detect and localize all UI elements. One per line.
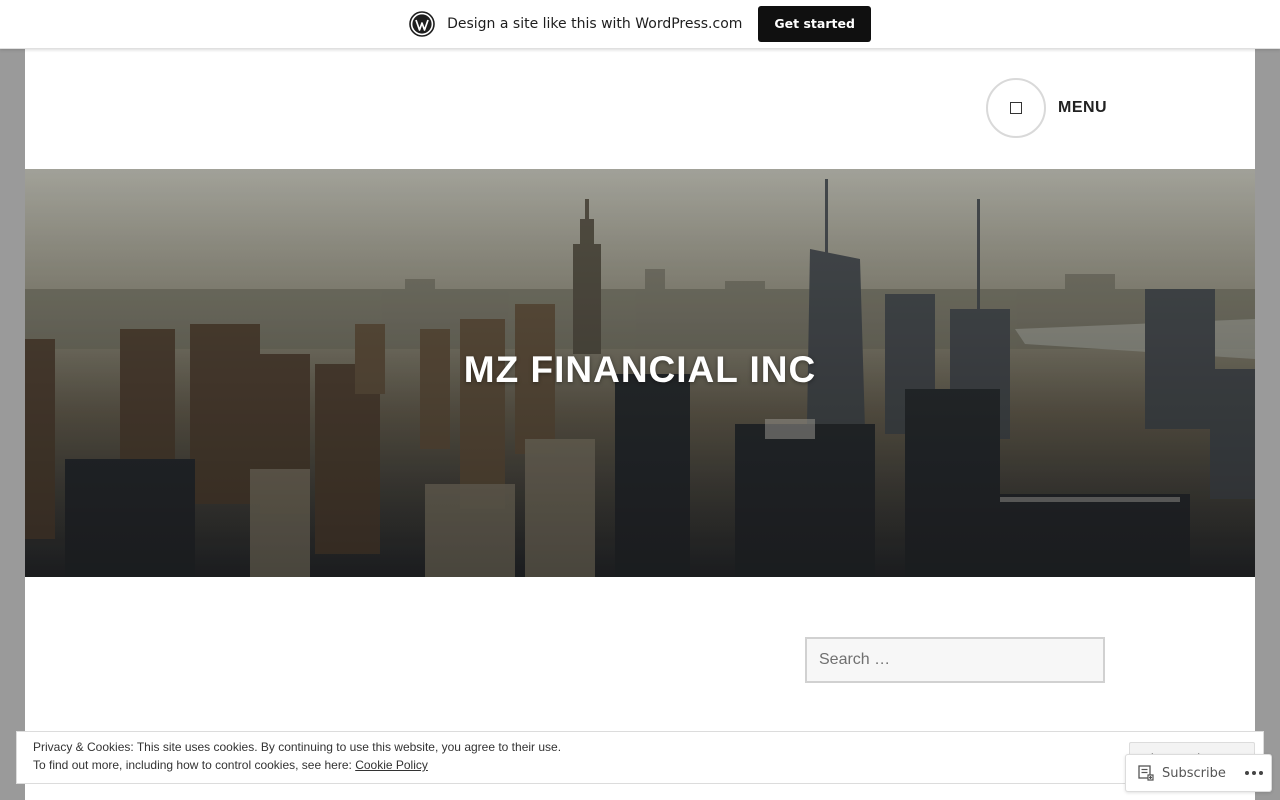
menu-label[interactable]: MENU (1058, 99, 1107, 117)
site-header: MENU (25, 49, 1255, 169)
cookie-info-text: To find out more, including how to contr… (33, 758, 356, 772)
grid-icon (1010, 102, 1022, 114)
promo-text: Design a site like this with WordPress.c… (447, 16, 743, 32)
subscribe-bar: Subscribe (1125, 754, 1272, 792)
cookie-info-line: To find out more, including how to contr… (33, 758, 428, 772)
cookie-notice-text: Privacy & Cookies: This site uses cookie… (33, 740, 562, 754)
more-options-icon[interactable] (1244, 770, 1264, 776)
cookie-policy-link[interactable]: Cookie Policy (355, 758, 428, 772)
wordpress-promo-bar: Design a site like this with WordPress.c… (0, 0, 1280, 49)
subscribe-button[interactable]: Subscribe (1162, 766, 1226, 781)
hero-header-image: MZ FINANCIAL INC (25, 169, 1255, 577)
menu-circle[interactable] (986, 78, 1046, 138)
page-container: MENU MZ FINANCIAL INC Search … (25, 49, 1255, 800)
cookie-banner: Privacy & Cookies: This site uses cookie… (16, 731, 1264, 784)
reader-icon[interactable] (1138, 765, 1154, 781)
wordpress-logo-icon[interactable] (409, 11, 435, 37)
search-input[interactable] (805, 637, 1105, 683)
get-started-button[interactable]: Get started (758, 6, 871, 42)
menu-toggle-button[interactable]: MENU (986, 78, 1107, 138)
site-title[interactable]: MZ FINANCIAL INC (25, 349, 1255, 391)
